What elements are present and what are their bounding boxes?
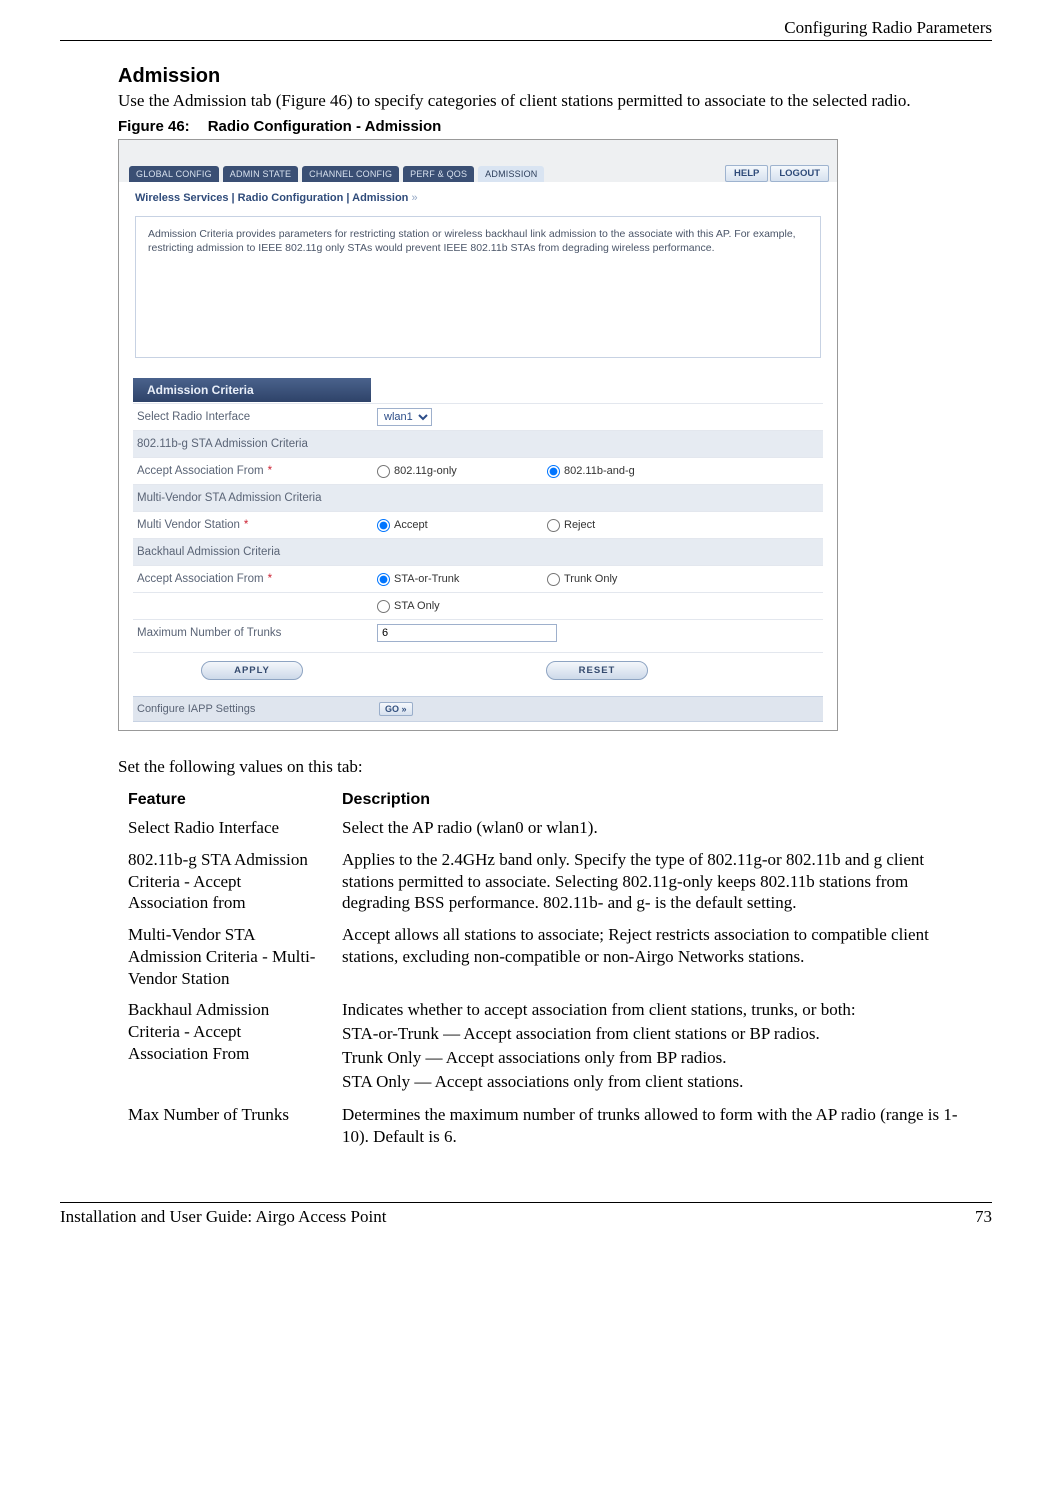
desc-cell: Select the AP radio (wlan0 or wlan1). [342,817,992,849]
subheader-80211bg: 802.11b-g STA Admission Criteria [133,434,371,454]
radio-accept[interactable] [377,519,390,532]
radio-sta-only-label: STA Only [394,600,440,612]
logout-button[interactable]: LOGOUT [770,165,829,182]
th-feature: Feature [128,791,342,817]
feature-cell: 802.11b-g STA Admission Criteria - Accep… [128,849,342,924]
select-radio-dropdown[interactable]: wlan1 [377,408,432,426]
tab-admission[interactable]: ADMISSION [478,166,544,182]
desc-cell: Applies to the 2.4GHz band only. Specify… [342,849,992,924]
description-box: Admission Criteria provides parameters f… [135,216,821,358]
feature-cell: Select Radio Interface [128,817,342,849]
help-button[interactable]: HELP [725,165,768,182]
table-row: Max Number of Trunks Determines the maxi… [128,1104,992,1158]
desc-cell: Determines the maximum number of trunks … [342,1104,992,1158]
tab-channel-config[interactable]: CHANNEL CONFIG [302,166,399,182]
tab-perf-qos[interactable]: PERF & QOS [403,166,474,182]
section-heading: Admission [118,65,992,88]
table-row: Backhaul Admission Criteria - Accept Ass… [128,999,992,1104]
chapter-title: Configuring Radio Parameters [60,18,992,38]
after-figure-text: Set the following values on this tab: [118,757,992,777]
section-header-bar: Admission Criteria [133,378,371,402]
radio-80211g-only[interactable] [377,465,390,478]
max-trunks-input[interactable] [377,624,557,642]
reset-button[interactable]: RESET [546,661,648,680]
page-number: 73 [975,1207,992,1227]
multi-vendor-label: Multi Vendor Station* [133,515,371,535]
desc-cell: Accept allows all stations to associate;… [342,924,992,999]
footer-left: Installation and User Guide: Airgo Acces… [60,1207,386,1227]
th-description: Description [342,791,992,817]
radio-accept-label: Accept [394,519,428,531]
apply-button[interactable]: APPLY [201,661,303,680]
radio-sta-only[interactable] [377,600,390,613]
feature-cell: Backhaul Admission Criteria - Accept Ass… [128,999,342,1104]
radio-trunk-only[interactable] [547,573,560,586]
radio-trunk-only-label: Trunk Only [564,573,617,585]
tab-admin-state[interactable]: ADMIN STATE [223,166,298,182]
tab-global-config[interactable]: GLOBAL CONFIG [129,166,219,182]
breadcrumb-text: Wireless Services | Radio Configuration … [135,192,408,204]
radio-sta-or-trunk[interactable] [377,573,390,586]
accept-assoc-label: Accept Association From* [133,461,371,481]
breadcrumb: Wireless Services | Radio Configuration … [119,182,837,210]
radio-80211b-and-g[interactable] [547,465,560,478]
breadcrumb-arrows-icon: » [411,192,417,204]
figure-number: Figure 46: [118,118,190,135]
radio-reject[interactable] [547,519,560,532]
figure-caption: Figure 46: Radio Configuration - Admissio… [118,118,992,135]
radio-80211b-and-g-label: 802.11b-and-g [564,465,635,477]
screenshot-panel: GLOBAL CONFIG ADMIN STATE CHANNEL CONFIG… [118,139,838,731]
table-row: 802.11b-g STA Admission Criteria - Accep… [128,849,992,924]
header-rule [60,40,992,41]
backhaul-accept-label: Accept Association From* [133,569,371,589]
radio-reject-label: Reject [564,519,595,531]
go-button[interactable]: GO » [379,702,413,716]
feature-cell: Max Number of Trunks [128,1104,342,1158]
figure-title: Radio Configuration - Admission [208,118,442,135]
subheader-backhaul: Backhaul Admission Criteria [133,542,371,562]
desc-cell: Indicates whether to accept association … [342,999,992,1104]
feature-table: Feature Description Select Radio Interfa… [128,791,992,1158]
select-radio-label: Select Radio Interface [133,407,371,427]
radio-80211g-only-label: 802.11g-only [394,465,457,477]
iapp-label: Configure IAPP Settings [133,697,379,721]
table-row: Select Radio Interface Select the AP rad… [128,817,992,849]
tab-bar: GLOBAL CONFIG ADMIN STATE CHANNEL CONFIG… [129,166,725,182]
max-trunks-label: Maximum Number of Trunks [133,623,371,643]
radio-sta-or-trunk-label: STA-or-Trunk [394,573,459,585]
feature-cell: Multi-Vendor STA Admission Criteria - Mu… [128,924,342,999]
table-row: Multi-Vendor STA Admission Criteria - Mu… [128,924,992,999]
section-intro: Use the Admission tab (Figure 46) to spe… [118,90,992,112]
subheader-multivendor: Multi-Vendor STA Admission Criteria [133,488,371,508]
